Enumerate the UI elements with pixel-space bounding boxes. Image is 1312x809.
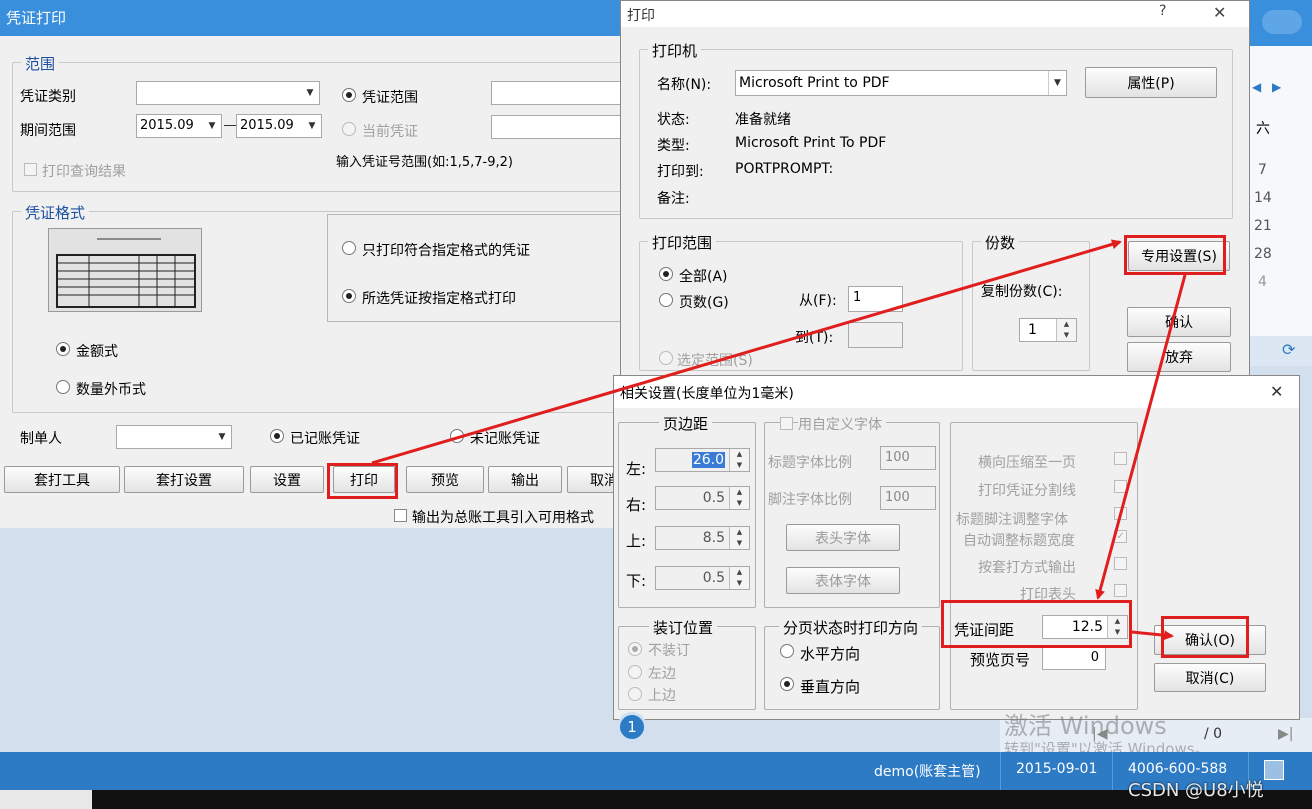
status-phone: 4006-600-588 bbox=[1128, 761, 1228, 777]
status-user: demo(账套主管) bbox=[874, 764, 981, 780]
status-divider bbox=[1000, 752, 1001, 790]
taskbar-left bbox=[0, 790, 92, 809]
activation-watermark-title: 激活 Windows bbox=[1004, 712, 1167, 740]
arrow-special-to-spacing bbox=[1095, 274, 1187, 600]
csdn-watermark: CSDN @U8小悦 bbox=[1128, 780, 1264, 801]
qr-code-icon[interactable] bbox=[1264, 760, 1284, 780]
arrow-print-to-special bbox=[371, 239, 1122, 465]
status-divider bbox=[1112, 752, 1113, 790]
status-date: 2015-09-01 bbox=[1016, 761, 1098, 777]
arrow-spacing-to-ok bbox=[1131, 630, 1174, 641]
annotation-arrows bbox=[371, 239, 1187, 641]
status-bar: demo(账套主管) 2015-09-01 4006-600-588 bbox=[0, 752, 1312, 790]
taskbar-strip bbox=[0, 790, 1312, 809]
